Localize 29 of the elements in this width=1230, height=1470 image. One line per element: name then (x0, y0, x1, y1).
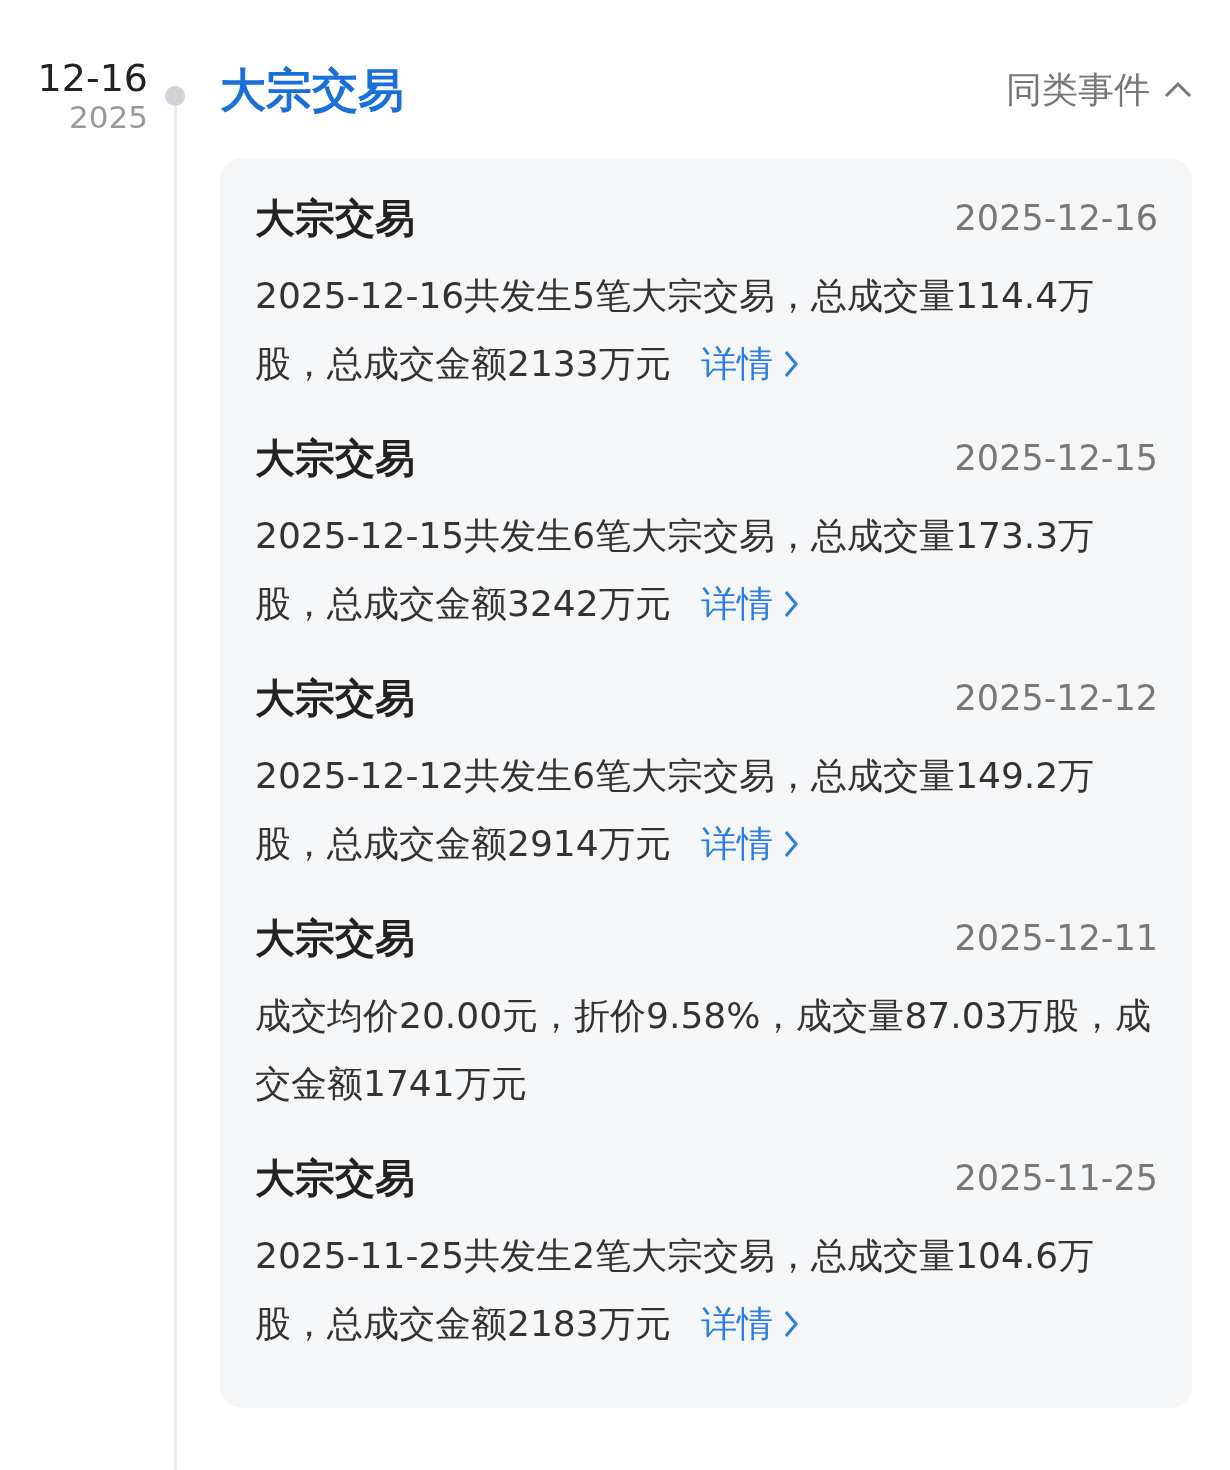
item-title: 大宗交易 (255, 914, 415, 963)
item-date: 2025-12-16 (954, 196, 1158, 240)
date-year: 2025 (68, 99, 148, 134)
event-title: 大宗交易 (220, 61, 404, 119)
item-description: 2025-12-16共发生5笔大宗交易，总成交量114.4万股，总成交金额2133万元 详情 (255, 262, 1158, 398)
similar-events-toggle[interactable]: 同类事件 (1006, 63, 1192, 117)
chevron-right-icon (782, 829, 799, 859)
item-date: 2025-12-11 (954, 916, 1158, 960)
item-date: 2025-12-15 (954, 436, 1158, 480)
item-title: 大宗交易 (255, 1154, 415, 1203)
details-link[interactable]: 详情 (700, 1290, 799, 1358)
details-link[interactable]: 详情 (700, 330, 799, 398)
item-title: 大宗交易 (255, 674, 415, 723)
item-description: 2025-11-25共发生2笔大宗交易，总成交量104.6万股，总成交金额2183万元 详情 (255, 1222, 1158, 1358)
chevron-right-icon (782, 1309, 799, 1339)
item-title: 大宗交易 (255, 434, 415, 483)
item-date: 2025-12-12 (954, 676, 1158, 720)
item-description: 2025-12-12共发生6笔大宗交易，总成交量149.2万股，总成交金额2914万元 详情 (255, 742, 1158, 878)
date-day: 12-16 (30, 58, 148, 100)
details-link[interactable]: 详情 (700, 570, 799, 638)
details-link[interactable]: 详情 (700, 810, 799, 878)
caret-icon (1164, 80, 1192, 100)
item-description: 2025-12-15共发生6笔大宗交易，总成交量173.3万股，总成交金额3242万元 详情 (255, 502, 1158, 638)
chevron-right-icon (782, 589, 799, 619)
chevron-right-icon (782, 349, 799, 379)
item-description: 成交均价20.00元，折价9.58%，成交量87.03万股，成交金额1741万元 (255, 994, 1153, 1106)
item-date: 2025-11-25 (954, 1156, 1158, 1200)
timeline-dot (165, 86, 185, 106)
item-title: 大宗交易 (255, 194, 415, 243)
